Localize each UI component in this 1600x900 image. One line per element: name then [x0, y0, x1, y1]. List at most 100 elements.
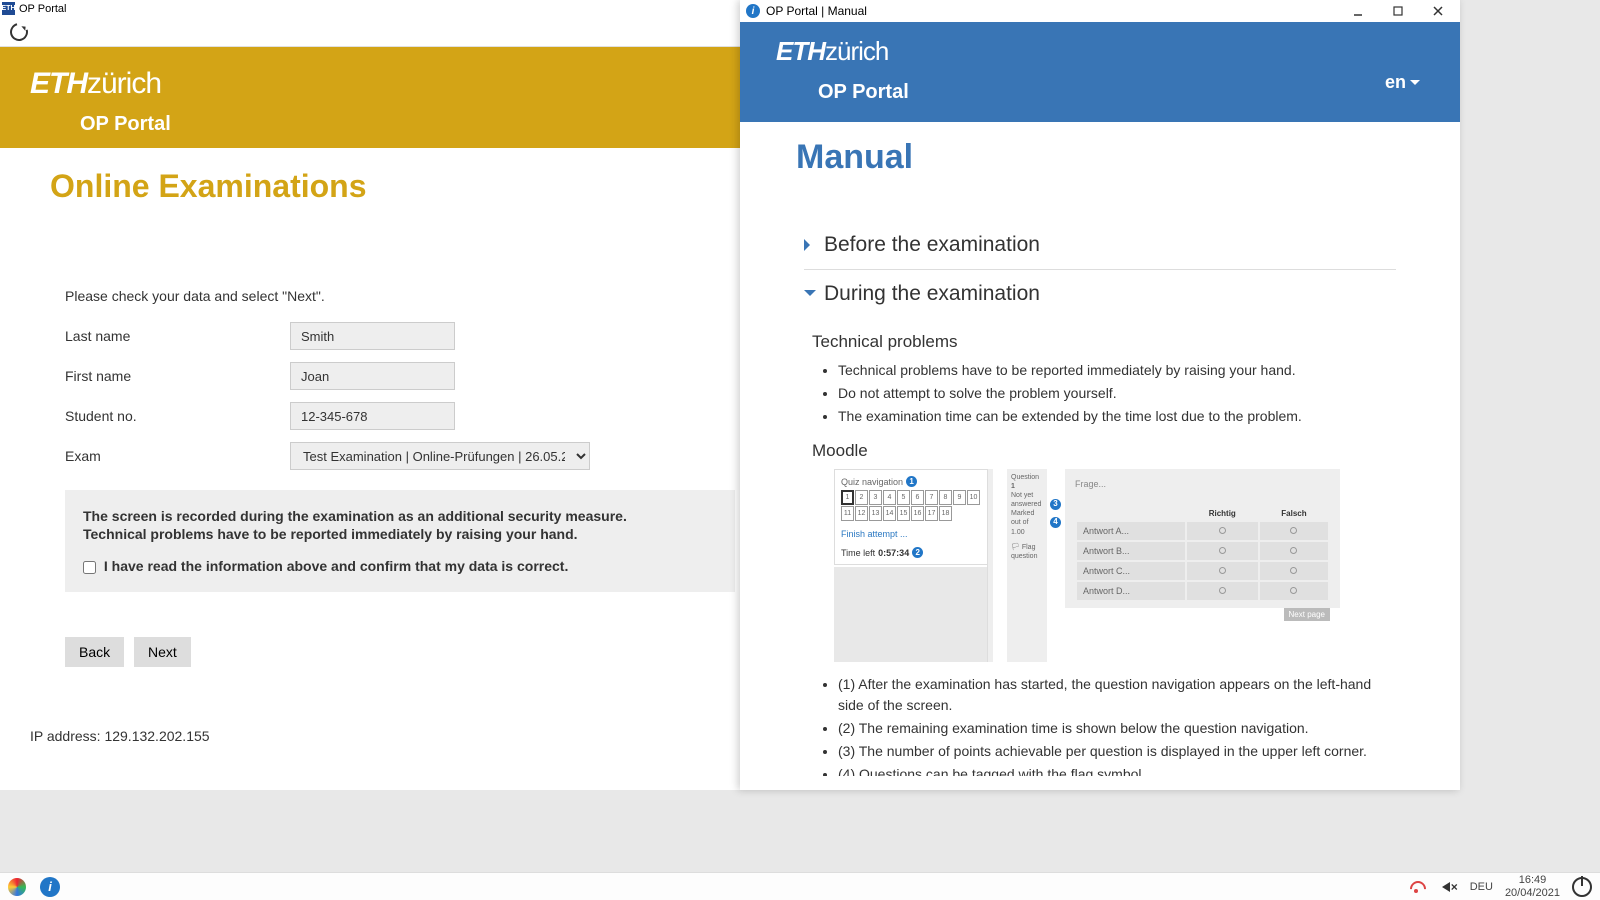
quiz-cell: 4: [883, 490, 896, 505]
quiz-cell: 17: [925, 506, 938, 521]
moodle-after-list: (1) After the examination has started, t…: [838, 674, 1396, 776]
info-icon: i: [746, 4, 760, 18]
quiz-cell: 3: [869, 490, 882, 505]
manual-title: Manual: [796, 138, 1404, 177]
chevron-down-icon: [1410, 80, 1420, 90]
input-lastname[interactable]: [290, 322, 455, 350]
language-label: en: [1385, 72, 1406, 93]
quiz-cell: 1: [841, 490, 854, 505]
qinfo-line: Flag question: [1011, 544, 1037, 560]
time-left-value: 0:57:34: [878, 548, 909, 558]
button-row: Back Next: [65, 637, 735, 667]
list-item: (1) After the examination has started, t…: [838, 674, 1396, 716]
answer-row: Antwort B...: [1077, 542, 1185, 560]
taskbar-app1-icon[interactable]: [8, 878, 26, 896]
section-before-label: Before the examination: [824, 233, 1040, 257]
wifi-icon[interactable]: [1407, 878, 1425, 896]
notice-line2: Technical problems have to be reported i…: [83, 526, 717, 542]
portal-label: OP Portal: [818, 81, 1424, 104]
badge-4-icon: 4: [1050, 517, 1061, 528]
taskbar: i × DEU 16:49 20/04/2021: [0, 872, 1600, 900]
confirm-row: I have read the information above and co…: [83, 558, 717, 574]
qinfo-line: Question: [1011, 474, 1039, 481]
volume-muted-icon[interactable]: ×: [1437, 880, 1458, 894]
eth-logo-bold: ETH: [30, 67, 87, 100]
question-info-box: Question 1 Not yet answered Marked out o…: [1007, 469, 1047, 662]
taskbar-info-icon[interactable]: i: [40, 877, 60, 897]
language-selector[interactable]: en: [1385, 72, 1420, 93]
quiz-cell: 13: [869, 506, 882, 521]
question-panel: Frage... RichtigFalsch Antwort A... Antw…: [1065, 469, 1340, 608]
quiz-cell: 5: [897, 490, 910, 505]
manual-title-card: Manual: [776, 120, 1424, 195]
close-button[interactable]: [1418, 1, 1458, 21]
label-exam: Exam: [65, 448, 290, 464]
eth-logo: ETHzürich: [30, 67, 161, 100]
tech-item: Technical problems have to be reported i…: [838, 360, 1396, 381]
collapse-right-icon: [804, 239, 816, 251]
quiz-grid: 123456789101112131415161718: [841, 490, 982, 521]
eth-logo: ETHzürich: [776, 36, 888, 66]
confirm-label: I have read the information above and co…: [104, 558, 568, 574]
notice-box: The screen is recorded during the examin…: [65, 490, 735, 592]
qinfo-line: Marked out of 1.00: [1011, 509, 1043, 536]
tech-item: The examination time can be extended by …: [838, 406, 1396, 427]
left-window-title: OP Portal: [19, 3, 67, 15]
quiz-nav-title: Quiz navigation: [841, 477, 903, 487]
clock-date: 20/04/2021: [1505, 887, 1560, 899]
right-titlebar: i OP Portal | Manual: [740, 0, 1460, 22]
section-during-label: During the examination: [824, 282, 1040, 306]
col-richtig: Richtig: [1187, 507, 1258, 520]
row-studentno: Student no.: [65, 402, 735, 430]
select-exam[interactable]: Test Examination | Online-Prüfungen | 26…: [290, 442, 590, 470]
quiz-cell: 16: [911, 506, 924, 521]
blue-header: ETHzürich OP Portal en: [740, 22, 1460, 122]
manual-body[interactable]: Before the examination During the examin…: [776, 211, 1424, 776]
keyboard-lang[interactable]: DEU: [1470, 881, 1493, 893]
reload-icon[interactable]: [7, 19, 32, 44]
input-firstname[interactable]: [290, 362, 455, 390]
moodle-heading: Moodle: [812, 441, 1396, 461]
eth-logo-thin: zürich: [87, 67, 161, 100]
finish-attempt-link: Finish attempt ...: [841, 529, 982, 539]
left-titlebar: ETH OP Portal: [0, 0, 800, 17]
back-button[interactable]: Back: [65, 637, 124, 667]
list-item: (2) The remaining examination time is sh…: [838, 718, 1396, 739]
quiz-cell: 12: [855, 506, 868, 521]
label-studentno: Student no.: [65, 408, 290, 424]
moodle-screenshot: Quiz navigation 1 1234567891011121314151…: [834, 469, 1396, 662]
form-intro: Please check your data and select "Next"…: [65, 288, 735, 304]
confirm-checkbox[interactable]: [83, 561, 96, 574]
input-studentno[interactable]: [290, 402, 455, 430]
answer-row: Antwort A...: [1077, 522, 1185, 540]
answer-row: Antwort C...: [1077, 562, 1185, 580]
list-item: (4) Questions can be tagged with the fla…: [838, 764, 1396, 776]
question-text: Frage...: [1075, 479, 1330, 489]
quiz-cell: 18: [939, 506, 952, 521]
section-during[interactable]: During the examination: [804, 270, 1396, 318]
next-button[interactable]: Next: [134, 637, 191, 667]
minimize-button[interactable]: [1338, 1, 1378, 21]
maximize-button[interactable]: [1378, 1, 1418, 21]
favicon-icon: ETH: [2, 2, 15, 15]
next-page-button: Next page: [1284, 608, 1330, 621]
qinfo-line: Not yet answered: [1011, 491, 1043, 509]
quiz-cell: 8: [939, 490, 952, 505]
time-left-label: Time left: [841, 548, 875, 558]
section-before[interactable]: Before the examination: [804, 221, 1396, 270]
eth-logo-thin: zürich: [825, 36, 888, 66]
quiz-cell: 14: [883, 506, 896, 521]
quiz-cell: 7: [925, 490, 938, 505]
form-card: Please check your data and select "Next"…: [30, 263, 770, 702]
power-icon[interactable]: [1572, 877, 1592, 897]
row-firstname: First name: [65, 362, 735, 390]
label-lastname: Last name: [65, 328, 290, 344]
clock[interactable]: 16:49 20/04/2021: [1505, 874, 1560, 898]
list-item: (3) The number of points achievable per …: [838, 741, 1396, 762]
tech-list: Technical problems have to be reported i…: [838, 360, 1396, 427]
quiz-cell: 9: [953, 490, 966, 505]
row-exam: Exam Test Examination | Online-Prüfungen…: [65, 442, 735, 470]
quiz-cell: 10: [967, 490, 980, 505]
ip-address: IP address: 129.132.202.155: [30, 728, 800, 744]
gold-header: ETHzürich OP Portal: [0, 47, 800, 148]
